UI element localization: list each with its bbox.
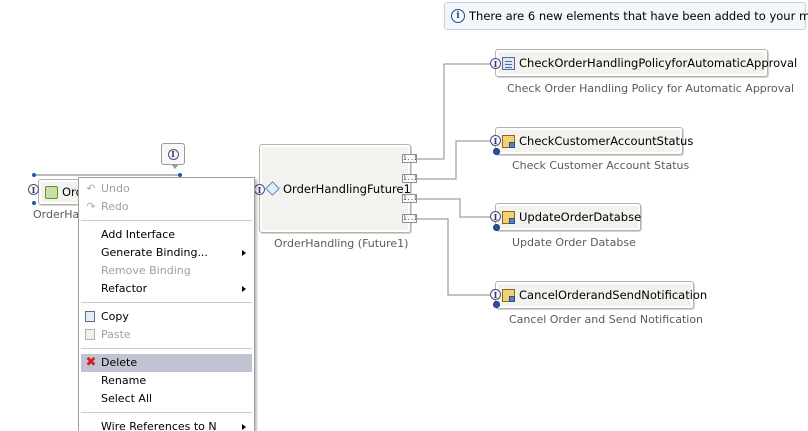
component-label: OrderHandlingFuture1 — [283, 181, 411, 196]
menu-item-remove-binding[interactable]: Remove Binding — [81, 262, 252, 280]
selection-handle[interactable] — [32, 173, 36, 177]
component-sublabel: Check Customer Account Status — [512, 159, 690, 172]
component-sublabel: Cancel Order and Send Notification — [509, 313, 704, 326]
interface-icon[interactable]: I — [490, 135, 501, 146]
menu-item-wire-references[interactable]: Wire References to N — [81, 418, 252, 431]
reference-port-policy[interactable]: 1..1 — [402, 154, 417, 163]
menu-item-refactor[interactable]: Refactor — [81, 280, 252, 298]
add-interface-callout[interactable]: I — [161, 143, 185, 169]
interface-icon[interactable]: I — [490, 211, 501, 222]
menu-item-label: Select All — [101, 392, 153, 405]
java-component-icon — [502, 134, 515, 148]
assembly-diagram-canvas[interactable]: i There are 6 new elements that have bee… — [0, 0, 808, 431]
menu-item-rename[interactable]: Rename — [81, 372, 252, 390]
menu-item-undo[interactable]: ↶ Undo — [81, 180, 252, 198]
menu-item-select-all[interactable]: Select All — [81, 390, 252, 408]
component-check-customer-account[interactable]: CheckCustomerAccountStatus — [495, 127, 693, 155]
reference-port-account[interactable]: 1..1 — [402, 174, 417, 183]
reference-port-cancel[interactable]: 1..1 — [402, 214, 417, 223]
menu-item-label: Wire References to N — [101, 420, 217, 431]
submenu-arrow-icon — [242, 250, 246, 256]
menu-item-add-interface[interactable]: Add Interface — [81, 226, 252, 244]
copy-icon — [85, 311, 95, 322]
menu-item-label: Redo — [101, 200, 129, 213]
component-order-handling-future[interactable]: OrderHandlingFuture1 — [259, 144, 411, 233]
menu-item-generate-binding[interactable]: Generate Binding... — [81, 244, 252, 262]
menu-item-label: Delete — [101, 356, 138, 369]
component-check-order-policy[interactable]: CheckOrderHandlingPolicyforAutomaticAppr… — [495, 49, 797, 77]
info-icon: i — [451, 9, 465, 23]
component-update-order-database[interactable]: UpdateOrderDatabse — [495, 203, 641, 231]
wire-account — [416, 140, 494, 180]
interface-icon: I — [167, 148, 179, 160]
menu-item-copy[interactable]: Copy — [81, 308, 252, 326]
menu-item-label: Paste — [101, 328, 131, 341]
component-label: CheckOrderHandlingPolicyforAutomaticAppr… — [519, 56, 798, 70]
submenu-arrow-icon — [242, 286, 246, 292]
undo-icon: ↶ — [86, 182, 96, 195]
menu-item-label: Refactor — [101, 282, 148, 295]
interface-icon[interactable]: I — [254, 184, 265, 195]
menu-separator — [81, 412, 252, 414]
component-label: UpdateOrderDatabse — [519, 210, 642, 224]
menu-separator — [81, 220, 252, 222]
java-component-icon — [502, 210, 515, 224]
component-sublabel: Update Order Databse — [512, 236, 636, 249]
component-sublabel: OrderHandling (Future1) — [274, 237, 409, 250]
menu-separator — [81, 348, 252, 350]
wire-cancel — [416, 218, 494, 296]
paste-icon — [85, 329, 95, 340]
selection-handle[interactable] — [32, 201, 36, 205]
interface-icon[interactable]: I — [490, 58, 501, 69]
menu-item-label: Copy — [101, 310, 129, 323]
menu-item-label: Generate Binding... — [101, 246, 208, 259]
unwired-marker-icon — [493, 148, 500, 155]
menu-item-label: Undo — [101, 182, 130, 195]
reference-port-update[interactable]: 1..1 — [402, 194, 417, 203]
redo-icon: ↷ — [86, 200, 96, 213]
export-icon — [45, 185, 58, 199]
component-label: CheckCustomerAccountStatus — [519, 134, 694, 148]
menu-item-delete[interactable]: ✖ Delete — [81, 354, 252, 372]
wire-update — [416, 198, 494, 218]
info-banner: i There are 6 new elements that have bee… — [444, 2, 808, 30]
java-component-icon — [502, 288, 515, 302]
component-label: CancelOrderandSendNotification — [519, 288, 708, 302]
menu-item-label: Rename — [101, 374, 147, 387]
interface-icon[interactable]: I — [28, 184, 39, 195]
wire-policy — [416, 63, 494, 160]
unwired-marker-icon — [493, 224, 500, 231]
menu-item-label: Remove Binding — [101, 264, 191, 277]
menu-item-label: Add Interface — [101, 228, 176, 241]
banner-message: There are 6 new elements that have been … — [469, 9, 808, 23]
menu-separator — [81, 302, 252, 304]
policy-component-icon — [502, 56, 515, 70]
menu-item-paste[interactable]: Paste — [81, 326, 252, 344]
context-menu: ↶ Undo ↷ Redo Add Interface Generate Bin… — [78, 177, 255, 431]
component-sublabel: Check Order Handling Policy for Automati… — [507, 82, 795, 95]
unwired-marker-icon — [493, 301, 500, 308]
future-component-icon — [265, 181, 280, 196]
delete-icon: ✖ — [85, 355, 97, 370]
submenu-arrow-icon — [242, 424, 246, 430]
component-cancel-order[interactable]: CancelOrderandSendNotification — [495, 281, 707, 309]
interface-icon[interactable]: I — [490, 289, 501, 300]
menu-item-redo[interactable]: ↷ Redo — [81, 198, 252, 216]
